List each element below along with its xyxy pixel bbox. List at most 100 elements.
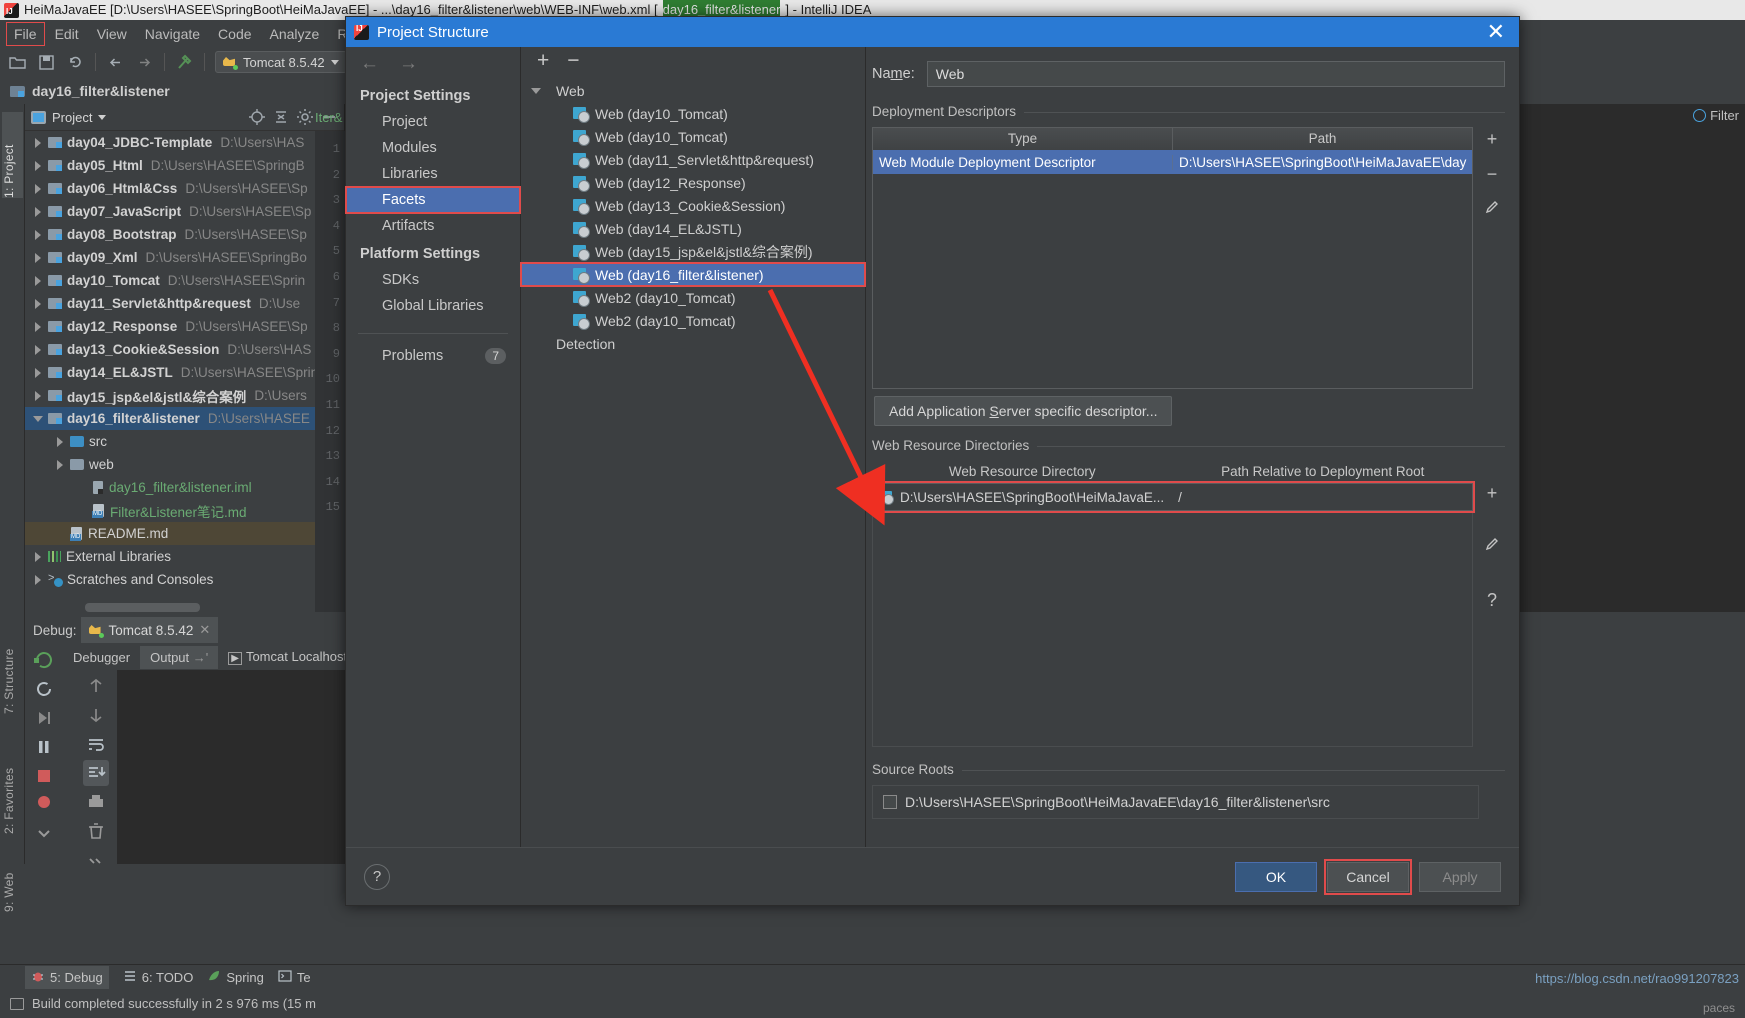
build-hammer-icon[interactable] [175,53,194,72]
chevron-right-icon[interactable] [33,344,44,355]
name-input[interactable]: Web [926,61,1505,87]
web-resource-directories-table[interactable]: D:\Users\HASEE\SpringBoot\HeiMaJavaE... … [870,481,1475,513]
nav-item-project[interactable]: Project [346,109,520,135]
add-app-server-descriptor-button[interactable]: Add Application Server specific descript… [874,396,1173,426]
chevron-right-icon[interactable] [33,229,44,240]
nav-item-problems[interactable]: Problems 7 [346,348,520,364]
debug-tool-window[interactable]: Debug: Tomcat 8.5.42 ✕ Debugger Output →… [25,616,347,864]
chevron-right-icon[interactable] [33,390,44,401]
facet-tree-panel[interactable]: + − Web Web (day10_Tomcat) Web (day10_Tomc… [520,47,866,847]
facet-tree-item-web-day15-jsp-el-jstl-[interactable]: Web (day15_jsp&el&jstl&综合案例) [521,240,865,263]
scroll-to-end-icon[interactable] [83,760,109,786]
nav-item-modules[interactable]: Modules [346,135,520,161]
close-icon[interactable]: ✕ [1481,21,1511,43]
chevron-down-icon[interactable] [531,85,542,96]
menu-code[interactable]: Code [210,23,259,45]
tree-item-day16-filter-listener-iml[interactable]: day16_filter&listener.iml [25,476,344,499]
tree-item-day11-servlet-http-request[interactable]: day11_Servlet&http&request D:\Use [25,292,344,315]
facet-detail-panel[interactable]: Name: Web Deployment Descriptors Type Pa… [866,47,1519,847]
help-question-icon[interactable]: ? [1487,590,1497,611]
project-tree[interactable]: day04_JDBC-Template D:\Users\HAS day05_Htm… [25,131,344,598]
nav-item-libraries[interactable]: Libraries [346,161,520,187]
locate-target-icon[interactable] [248,108,266,126]
tree-item-day04-jdbc-template[interactable]: day04_JDBC-Template D:\Users\HAS [25,131,344,154]
vtab-favorites[interactable]: 2: Favorites [2,734,23,834]
nav-item-sdks[interactable]: SDKs [346,267,520,293]
menu-file[interactable]: File [6,21,45,46]
column-header-path[interactable]: Path [1173,128,1472,150]
table-row[interactable]: Web Module Deployment Descriptor D:\User… [873,150,1472,174]
overflow-icon[interactable] [83,847,109,873]
stop-icon[interactable] [31,763,57,789]
edit-pencil-icon[interactable] [1484,199,1501,221]
pause-icon[interactable] [31,734,57,760]
back-arrow-icon[interactable]: ← [360,53,379,75]
chevron-right-icon[interactable] [33,574,44,585]
project-tool-window[interactable]: Project day04_JDBC-Template D:\Users\HAS d… [25,104,345,612]
tree-item-day05-html[interactable]: day05_Html D:\Users\HASEE\SpringB [25,154,344,177]
project-tree-horizontal-scrollbar[interactable] [85,603,200,612]
tree-item-src[interactable]: src [25,430,344,453]
column-header-relative-path[interactable]: Path Relative to Deployment Root [1173,461,1474,483]
facet-tree-item-web-day16-filter-listener-[interactable]: Web (day16_filter&listener) [520,262,866,287]
add-descriptor-button[interactable]: + [1487,129,1498,150]
vtab-project[interactable]: 1: Project [2,112,23,198]
tree-item-day12-response[interactable]: day12_Response D:\Users\HASEE\Sp [25,315,344,338]
tree-item-day09-xml[interactable]: day09_Xml D:\Users\HASEE\SpringBo [25,246,344,269]
list-item[interactable]: D:\Users\HASEE\SpringBoot\HeiMaJavaEE\da… [873,786,1478,818]
menu-navigate[interactable]: Navigate [137,23,208,45]
bottom-tab-debug[interactable]: 5: Debug [25,965,109,989]
chevron-down-icon[interactable] [330,59,339,65]
name-field-row[interactable]: Name: Web [872,61,1505,87]
dialog-settings-nav[interactable]: ← → Project Settings Project Modules Lib… [345,47,521,847]
remove-descriptor-button[interactable]: − [1487,164,1498,185]
tree-item-external-libraries[interactable]: External Libraries [25,545,344,568]
nav-item-artifacts[interactable]: Artifacts [346,213,520,239]
edit-pencil-icon-wrd[interactable] [1484,536,1501,558]
chevron-down-icon[interactable] [33,413,44,424]
menu-analyze[interactable]: Analyze [262,23,328,45]
scroll-up-icon[interactable] [83,673,109,699]
right-tab-filter[interactable]: Filter [1693,108,1739,123]
nav-item-global-libraries[interactable]: Global Libraries [346,293,520,319]
chevron-right-icon[interactable] [33,252,44,263]
facet-toolbar[interactable]: + − [521,47,865,75]
chevron-right-icon[interactable] [33,321,44,332]
cancel-button[interactable]: Cancel [1324,858,1412,895]
facet-tree-item-web2-day10-tomcat-[interactable]: Web2 (day10_Tomcat) [521,309,865,332]
chevron-right-icon[interactable] [55,459,66,470]
tree-item-day07-javascript[interactable]: day07_JavaScript D:\Users\HASEE\Sp [25,200,344,223]
remove-facet-button[interactable]: − [567,50,579,71]
tree-item-day15-jsp-el-jstl-[interactable]: day15_jsp&el&jstl&综合案例 D:\Users [25,384,344,407]
tree-item-day16-filter-listener[interactable]: day16_filter&listener D:\Users\HASEE [25,407,344,430]
table-row[interactable]: D:\Users\HASEE\SpringBoot\HeiMaJavaE... … [873,484,1472,510]
more-icon[interactable] [31,821,57,847]
chevron-right-icon[interactable] [33,206,44,217]
chevron-right-icon[interactable] [33,160,44,171]
resume-icon[interactable] [31,705,57,731]
tree-item-web[interactable]: web [25,453,344,476]
source-roots-list[interactable]: D:\Users\HASEE\SpringBoot\HeiMaJavaEE\da… [872,785,1479,819]
facet-tree[interactable]: Web Web (day10_Tomcat) Web (day10_Tomcat) W… [520,75,866,355]
print-icon[interactable] [83,789,109,815]
source-root-checkbox[interactable] [883,795,897,809]
chevron-right-icon[interactable] [33,298,44,309]
facet-tree-item-web-day10-tomcat-[interactable]: Web (day10_Tomcat) [521,125,865,148]
debug-config-tab[interactable]: Tomcat 8.5.42 ✕ [80,617,219,643]
add-facet-button[interactable]: + [537,50,549,71]
tree-item-readme-md[interactable]: README.md [25,522,344,545]
add-web-resource-button[interactable]: + [1487,483,1498,504]
menu-view[interactable]: View [89,23,135,45]
delete-icon[interactable] [83,818,109,844]
facet-tree-item-web-day13-cookie-session-[interactable]: Web (day13_Cookie&Session) [521,194,865,217]
restart-icon[interactable] [31,676,57,702]
tab-output[interactable]: Output →' [140,645,219,669]
forward-arrow-icon[interactable]: → [399,53,418,75]
bottom-tab-terminal[interactable]: Te [278,969,311,986]
soft-wrap-icon[interactable] [83,731,109,757]
menu-edit[interactable]: Edit [47,23,87,45]
bottom-tab-todo[interactable]: 6: TODO [123,969,193,986]
project-structure-dialog[interactable]: Project Structure ✕ ← → Project Settings… [345,16,1520,906]
debug-action-toolbar[interactable] [25,644,63,864]
help-button[interactable]: ? [364,863,390,890]
